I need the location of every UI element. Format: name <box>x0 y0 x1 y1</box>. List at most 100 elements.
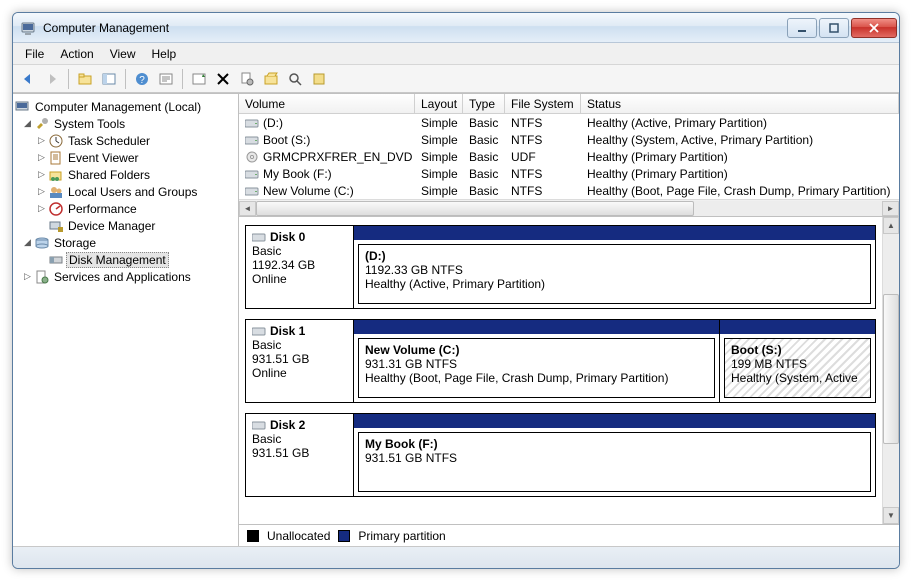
close-button[interactable] <box>851 18 897 38</box>
collapse-icon[interactable]: ◢ <box>21 237 34 248</box>
disk-map: Disk 0Basic1192.34 GBOnline(D:)1192.33 G… <box>239 217 899 524</box>
expand-icon[interactable]: ▷ <box>35 186 48 197</box>
volume-name: GRMCPRXFRER_EN_DVD (E:) <box>263 150 415 164</box>
disk-name: Disk 0 <box>270 230 305 244</box>
computer-icon <box>15 99 31 115</box>
expand-icon[interactable]: ▷ <box>35 203 48 214</box>
menu-help[interactable]: Help <box>144 45 185 63</box>
tree-shared-folders[interactable]: ▷ Shared Folders <box>15 166 236 183</box>
disk-name: Disk 2 <box>270 418 305 432</box>
col-layout[interactable]: Layout <box>415 94 463 113</box>
shared-folder-icon <box>48 167 64 183</box>
open-button[interactable] <box>260 68 282 90</box>
partition-stripe <box>354 226 875 240</box>
scroll-thumb[interactable] <box>883 294 899 444</box>
tree-disk-management[interactable]: Disk Management <box>15 251 236 268</box>
maximize-button[interactable] <box>819 18 849 38</box>
storage-icon <box>34 235 50 251</box>
volume-name: New Volume (C:) <box>263 184 354 198</box>
partition-size: 931.31 GB NTFS <box>365 357 708 371</box>
drive-icon <box>245 168 259 180</box>
properties-button[interactable] <box>236 68 258 90</box>
menubar: File Action View Help <box>13 43 899 65</box>
volume-list-body: (D:)SimpleBasicNTFSHealthy (Active, Prim… <box>239 114 899 199</box>
disk-type: Basic <box>252 244 347 258</box>
partition[interactable]: New Volume (C:)931.31 GB NTFSHealthy (Bo… <box>354 320 719 402</box>
partition-body: (D:)1192.33 GB NTFSHealthy (Active, Prim… <box>358 244 871 304</box>
action-button[interactable] <box>155 68 177 90</box>
legend: Unallocated Primary partition <box>239 524 899 546</box>
volume-layout: Simple <box>415 167 463 181</box>
nav-tree[interactable]: Computer Management (Local) ◢ System Too… <box>13 94 239 546</box>
drive-icon <box>245 117 259 129</box>
partition-name: My Book (F:) <box>365 437 864 451</box>
delete-button[interactable] <box>212 68 234 90</box>
disk-partitions: New Volume (C:)931.31 GB NTFSHealthy (Bo… <box>353 319 876 403</box>
col-type[interactable]: Type <box>463 94 505 113</box>
up-button[interactable] <box>74 68 96 90</box>
scroll-track[interactable] <box>256 201 882 216</box>
col-filesystem[interactable]: File System <box>505 94 581 113</box>
event-icon <box>48 150 64 166</box>
tree-root[interactable]: Computer Management (Local) <box>15 98 236 115</box>
table-row[interactable]: (D:)SimpleBasicNTFSHealthy (Active, Prim… <box>239 114 899 131</box>
volume-list-header: Volume Layout Type File System Status <box>239 94 899 114</box>
disk-info[interactable]: Disk 0Basic1192.34 GBOnline <box>245 225 353 309</box>
scroll-down-icon[interactable]: ▼ <box>883 507 899 524</box>
vertical-scrollbar[interactable]: ▲ ▼ <box>882 217 899 524</box>
refresh-button[interactable] <box>188 68 210 90</box>
titlebar[interactable]: Computer Management <box>13 13 899 43</box>
volume-layout: Simple <box>415 150 463 164</box>
table-row[interactable]: GRMCPRXFRER_EN_DVD (E:)SimpleBasicUDFHea… <box>239 148 899 165</box>
collapse-icon[interactable]: ◢ <box>21 118 34 129</box>
help-button[interactable]: ? <box>131 68 153 90</box>
partition-name: (D:) <box>365 249 864 263</box>
partition[interactable]: My Book (F:)931.51 GB NTFS <box>354 414 875 496</box>
more-button[interactable] <box>308 68 330 90</box>
partition-name: New Volume (C:) <box>365 343 708 357</box>
volume-status: Healthy (Boot, Page File, Crash Dump, Pr… <box>581 184 899 198</box>
tree-event-viewer[interactable]: ▷ Event Viewer <box>15 149 236 166</box>
expand-icon[interactable]: ▷ <box>35 152 48 163</box>
expand-icon[interactable]: ▷ <box>35 169 48 180</box>
table-row[interactable]: My Book (F:)SimpleBasicNTFSHealthy (Prim… <box>239 165 899 182</box>
disk-info[interactable]: Disk 2Basic931.51 GB <box>245 413 353 497</box>
clock-icon <box>48 133 64 149</box>
minimize-button[interactable] <box>787 18 817 38</box>
scroll-left-icon[interactable]: ◄ <box>239 201 256 216</box>
show-hide-tree-button[interactable] <box>98 68 120 90</box>
scroll-right-icon[interactable]: ► <box>882 201 899 216</box>
horizontal-scrollbar[interactable]: ◄ ► <box>239 199 899 216</box>
back-button[interactable] <box>17 68 39 90</box>
partition-body: Boot (S:)199 MB NTFSHealthy (System, Act… <box>724 338 871 398</box>
partition[interactable]: (D:)1192.33 GB NTFSHealthy (Active, Prim… <box>354 226 875 308</box>
disk-row: Disk 1Basic931.51 GBOnlineNew Volume (C:… <box>245 319 876 403</box>
tree-local-users[interactable]: ▷ Local Users and Groups <box>15 183 236 200</box>
table-row[interactable]: New Volume (C:)SimpleBasicNTFSHealthy (B… <box>239 182 899 199</box>
disk-type: Basic <box>252 432 347 446</box>
tree-storage[interactable]: ◢ Storage <box>15 234 236 251</box>
scroll-up-icon[interactable]: ▲ <box>883 217 899 234</box>
scroll-thumb[interactable] <box>256 201 694 216</box>
table-row[interactable]: Boot (S:)SimpleBasicNTFSHealthy (System,… <box>239 131 899 148</box>
col-status[interactable]: Status <box>581 94 899 113</box>
disk-info[interactable]: Disk 1Basic931.51 GBOnline <box>245 319 353 403</box>
tree-system-tools[interactable]: ◢ System Tools <box>15 115 236 132</box>
tree-performance[interactable]: ▷ Performance <box>15 200 236 217</box>
forward-button[interactable] <box>41 68 63 90</box>
partition-size: 1192.33 GB NTFS <box>365 263 864 277</box>
menu-file[interactable]: File <box>17 45 52 63</box>
menu-view[interactable]: View <box>102 45 144 63</box>
tree-device-manager[interactable]: Device Manager <box>15 217 236 234</box>
expand-icon[interactable]: ▷ <box>21 271 34 282</box>
expand-icon[interactable]: ▷ <box>35 135 48 146</box>
col-volume[interactable]: Volume <box>239 94 415 113</box>
partition[interactable]: Boot (S:)199 MB NTFSHealthy (System, Act… <box>719 320 875 402</box>
tree-task-scheduler[interactable]: ▷ Task Scheduler <box>15 132 236 149</box>
partition-body: My Book (F:)931.51 GB NTFS <box>358 432 871 492</box>
volume-layout: Simple <box>415 184 463 198</box>
menu-action[interactable]: Action <box>52 45 101 63</box>
scroll-track[interactable] <box>883 234 899 507</box>
tree-services-apps[interactable]: ▷ Services and Applications <box>15 268 236 285</box>
find-button[interactable] <box>284 68 306 90</box>
